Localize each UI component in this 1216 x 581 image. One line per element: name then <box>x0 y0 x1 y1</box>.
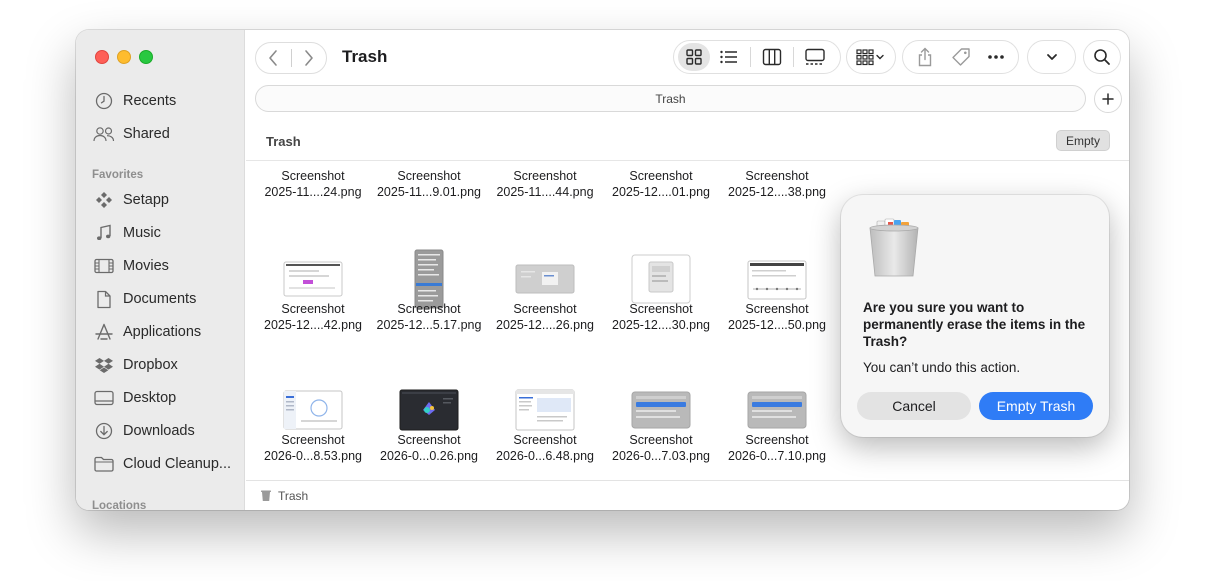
setapp-icon <box>92 190 116 210</box>
file-grid: Screenshot 2025-11....24.png Screenshot … <box>246 162 846 481</box>
search-icon <box>1094 49 1110 65</box>
screenshot-thumbnail <box>283 390 343 430</box>
toolbar: Trash <box>245 30 1129 84</box>
list-view-button[interactable] <box>710 43 748 71</box>
sidebar-item-downloads[interactable]: Downloads <box>92 418 195 444</box>
file-item[interactable]: Screenshot 2026-0...6.48.png <box>487 388 603 464</box>
download-icon <box>92 421 116 441</box>
ellipsis-icon <box>988 55 1004 59</box>
empty-trash-dialog: Are you sure you want to permanently era… <box>841 195 1109 437</box>
locations-header: Locations <box>92 500 147 510</box>
forward-button[interactable] <box>291 43 326 73</box>
share-icon <box>918 47 932 67</box>
trash-full-icon <box>869 218 919 277</box>
bottom-path-bar: Trash <box>246 480 1129 510</box>
chevron-down-icon <box>1046 54 1057 60</box>
view-switcher <box>673 40 841 74</box>
columns-icon <box>762 48 782 66</box>
dialog-title: Are you sure you want to permanently era… <box>863 300 1086 349</box>
sidebar: Recents Shared Favorites Setapp Music Mo… <box>76 30 245 510</box>
bottom-path-label[interactable]: Trash <box>278 489 308 503</box>
file-item[interactable]: Screenshot 2025-12....01.png <box>603 168 719 200</box>
share-button[interactable] <box>907 43 943 71</box>
zoom-window-button[interactable] <box>139 50 153 64</box>
cancel-button[interactable]: Cancel <box>857 392 971 420</box>
sidebar-item-recents[interactable]: Recents <box>92 88 176 114</box>
icon-view-button[interactable] <box>678 43 710 71</box>
screenshot-thumbnail <box>631 254 691 304</box>
sidebar-item-dropbox[interactable]: Dropbox <box>92 352 178 378</box>
file-item[interactable]: Screenshot 2026-0...7.03.png <box>603 388 719 464</box>
file-item[interactable]: Screenshot 2025-12...5.17.png <box>371 249 487 333</box>
file-item[interactable]: Screenshot 2025-12....38.png <box>719 168 835 200</box>
sidebar-item-desktop[interactable]: Desktop <box>92 385 176 411</box>
sidebar-item-setapp[interactable]: Setapp <box>92 187 169 213</box>
options-dropdown[interactable] <box>1027 40 1076 74</box>
sidebar-item-documents[interactable]: Documents <box>92 286 196 312</box>
more-button[interactable] <box>978 43 1014 71</box>
minimize-window-button[interactable] <box>117 50 131 64</box>
file-item[interactable]: Screenshot 2025-12....26.png <box>487 257 603 333</box>
list-icon <box>720 50 737 64</box>
file-item[interactable]: Screenshot 2025-12....42.png <box>255 257 371 333</box>
file-item[interactable]: Screenshot 2026-0...0.26.png <box>371 388 487 464</box>
window-controls <box>95 50 153 64</box>
back-button[interactable] <box>256 43 291 73</box>
desktop-icon <box>92 388 116 408</box>
gallery-icon <box>805 48 825 65</box>
group-grid-icon <box>856 49 884 66</box>
file-item[interactable]: Screenshot 2025-11...9.01.png <box>371 168 487 200</box>
column-view-button[interactable] <box>753 43 791 71</box>
sidebar-item-shared[interactable]: Shared <box>92 121 170 147</box>
applications-icon <box>92 322 116 342</box>
file-item[interactable]: Screenshot 2025-12....50.png <box>719 257 835 333</box>
file-item[interactable]: Screenshot 2026-0...7.10.png <box>719 388 835 464</box>
tag-button[interactable] <box>943 43 979 71</box>
window-title: Trash <box>342 47 388 66</box>
file-item[interactable]: Screenshot 2025-11....24.png <box>255 168 371 200</box>
folder-label: Trash <box>266 134 301 149</box>
folder-icon <box>92 454 116 474</box>
navigation-buttons <box>255 42 327 74</box>
actions-group <box>902 40 1019 74</box>
new-tab-button[interactable] <box>1094 85 1122 113</box>
chevron-right-icon <box>304 50 313 66</box>
screenshot-thumbnail <box>747 391 807 429</box>
screenshot-thumbnail <box>747 260 807 300</box>
path-tab-bar[interactable]: Trash <box>255 85 1086 112</box>
file-item[interactable]: Screenshot 2025-12....30.png <box>603 254 719 333</box>
dropbox-icon <box>92 355 116 375</box>
sidebar-item-music[interactable]: Music <box>92 220 161 246</box>
document-icon <box>92 289 116 309</box>
search-button[interactable] <box>1083 40 1121 74</box>
plus-icon <box>1102 93 1114 105</box>
tag-icon <box>951 48 970 66</box>
empty-button[interactable]: Empty <box>1055 130 1110 151</box>
music-note-icon <box>92 223 116 243</box>
dialog-message: You can’t undo this action. <box>863 360 1021 375</box>
file-item[interactable]: Screenshot 2026-0...8.53.png <box>255 388 371 464</box>
clock-icon <box>92 91 116 111</box>
film-icon <box>92 256 116 276</box>
empty-trash-button[interactable]: Empty Trash <box>979 392 1093 420</box>
screenshot-thumbnail <box>515 389 575 431</box>
file-item[interactable]: Screenshot 2025-11....44.png <box>487 168 603 200</box>
chevron-left-icon <box>269 50 278 66</box>
screenshot-thumbnail <box>631 391 691 429</box>
gallery-view-button[interactable] <box>796 43 834 71</box>
close-window-button[interactable] <box>95 50 109 64</box>
screenshot-thumbnail <box>399 389 459 431</box>
content-header: Trash Empty <box>246 126 1129 161</box>
trash-icon <box>261 490 271 501</box>
shared-icon <box>92 124 116 144</box>
group-by-button[interactable] <box>846 40 896 74</box>
screenshot-thumbnail <box>283 261 343 297</box>
grid-icon <box>686 49 702 65</box>
sidebar-item-applications[interactable]: Applications <box>92 319 201 345</box>
sidebar-item-movies[interactable]: Movies <box>92 253 169 279</box>
sidebar-item-cloud-cleanup[interactable]: Cloud Cleanup... <box>92 451 231 477</box>
screenshot-thumbnail <box>515 264 575 294</box>
favorites-header: Favorites <box>92 169 144 181</box>
